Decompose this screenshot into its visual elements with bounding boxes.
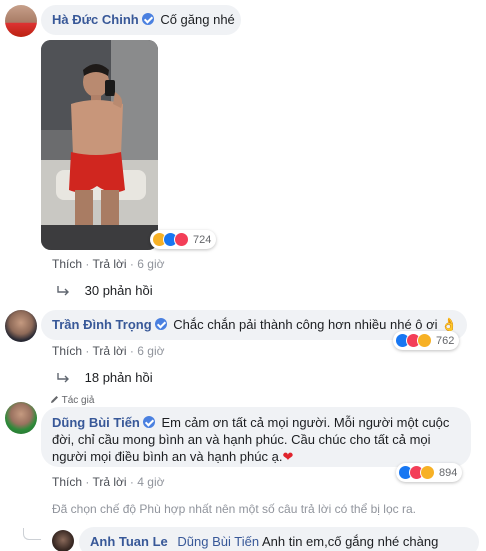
photo-image — [41, 40, 158, 250]
mention-tag[interactable]: Dũng Bùi Tiến — [177, 534, 259, 549]
verified-badge-icon — [141, 13, 154, 25]
avatar[interactable] — [5, 5, 37, 37]
replies-count-label: 18 phản hồi — [84, 370, 153, 385]
reply-header: Anh Tuan Le Dũng Bùi Tiến Anh tin em,cố … — [90, 534, 438, 549]
author-badge: Tác giả — [50, 395, 94, 406]
reactions-summary[interactable]: 894 — [396, 463, 463, 482]
love-reaction-icon — [174, 232, 189, 247]
heart-emoji: ❤ — [282, 449, 294, 464]
comment-text-line: đời, chỉ cầu mong bình an và hạnh phúc. … — [52, 432, 431, 447]
like-link[interactable]: Thích — [52, 344, 82, 358]
replies-count-label: 30 phản hồi — [84, 283, 153, 298]
avatar[interactable] — [5, 310, 37, 342]
reactions-count: 724 — [193, 233, 212, 246]
verified-badge-icon — [142, 416, 155, 428]
comment-actions: Thích · Trả lời · 6 giờ — [52, 344, 164, 358]
like-link[interactable]: Thích — [52, 475, 82, 489]
reply-author[interactable]: Anh Tuan Le — [90, 534, 168, 549]
reactions-summary[interactable]: 762 — [393, 331, 460, 350]
avatar[interactable] — [5, 402, 37, 434]
comment-text-line: người mọi điều bình an và hạnh phúc ạ. — [52, 449, 283, 464]
comment-header: Trần Đình Trọng Chắc chắn pải thành công… — [52, 317, 457, 333]
comment-header: Hà Đức Chinh Cố găng nhé — [52, 12, 235, 27]
view-replies-link[interactable]: 18 phản hồi — [57, 370, 153, 385]
filter-notice: Đã chọn chế độ Phù hợp nhất nên một số c… — [52, 502, 416, 516]
haha-reaction-icon — [420, 465, 435, 480]
reply-link[interactable]: Trả lời — [92, 344, 126, 358]
timestamp[interactable]: 6 giờ — [137, 344, 164, 358]
reply-text: Anh tin em,cố gắng nhé chàng — [261, 534, 439, 549]
reply-link[interactable]: Trả lời — [92, 257, 126, 271]
comment-actions: Thích · Trả lời · 6 giờ — [52, 257, 164, 271]
comment-photo[interactable] — [41, 40, 158, 250]
comment-text-line: Em cảm ơn tất cả mọi người. Mỗi người mộ… — [161, 415, 450, 430]
reply-link[interactable]: Trả lời — [92, 475, 126, 489]
verified-badge-icon — [154, 318, 167, 330]
comment-text: Cố găng nhé — [160, 12, 235, 27]
reply-arrow-icon — [57, 373, 69, 383]
reactions-count: 894 — [439, 466, 458, 479]
avatar[interactable] — [52, 530, 74, 551]
comment-author[interactable]: Trần Đình Trọng — [52, 317, 152, 332]
reply-arrow-icon — [57, 286, 69, 296]
comment-actions: Thích · Trả lời · 4 giờ — [52, 475, 164, 489]
comment-author[interactable]: Hà Đức Chinh — [52, 12, 139, 27]
comment-body: Dũng Bùi Tiến Em cảm ơn tất cả mọi người… — [52, 414, 449, 465]
reactions-summary[interactable]: 724 — [150, 230, 217, 249]
view-replies-link[interactable]: 30 phản hồi — [57, 283, 153, 298]
reply-connector — [23, 528, 41, 540]
author-badge-label: Tác giả — [61, 395, 95, 406]
like-link[interactable]: Thích — [52, 257, 82, 271]
comment-text: Chắc chắn pải thành công hơn nhiều nhé ô… — [173, 317, 458, 332]
timestamp[interactable]: 6 giờ — [137, 257, 164, 271]
timestamp[interactable]: 4 giờ — [137, 475, 164, 489]
reactions-count: 762 — [436, 334, 455, 347]
pencil-icon — [51, 396, 58, 403]
comment-author[interactable]: Dũng Bùi Tiến — [52, 415, 140, 430]
haha-reaction-icon — [417, 333, 432, 348]
